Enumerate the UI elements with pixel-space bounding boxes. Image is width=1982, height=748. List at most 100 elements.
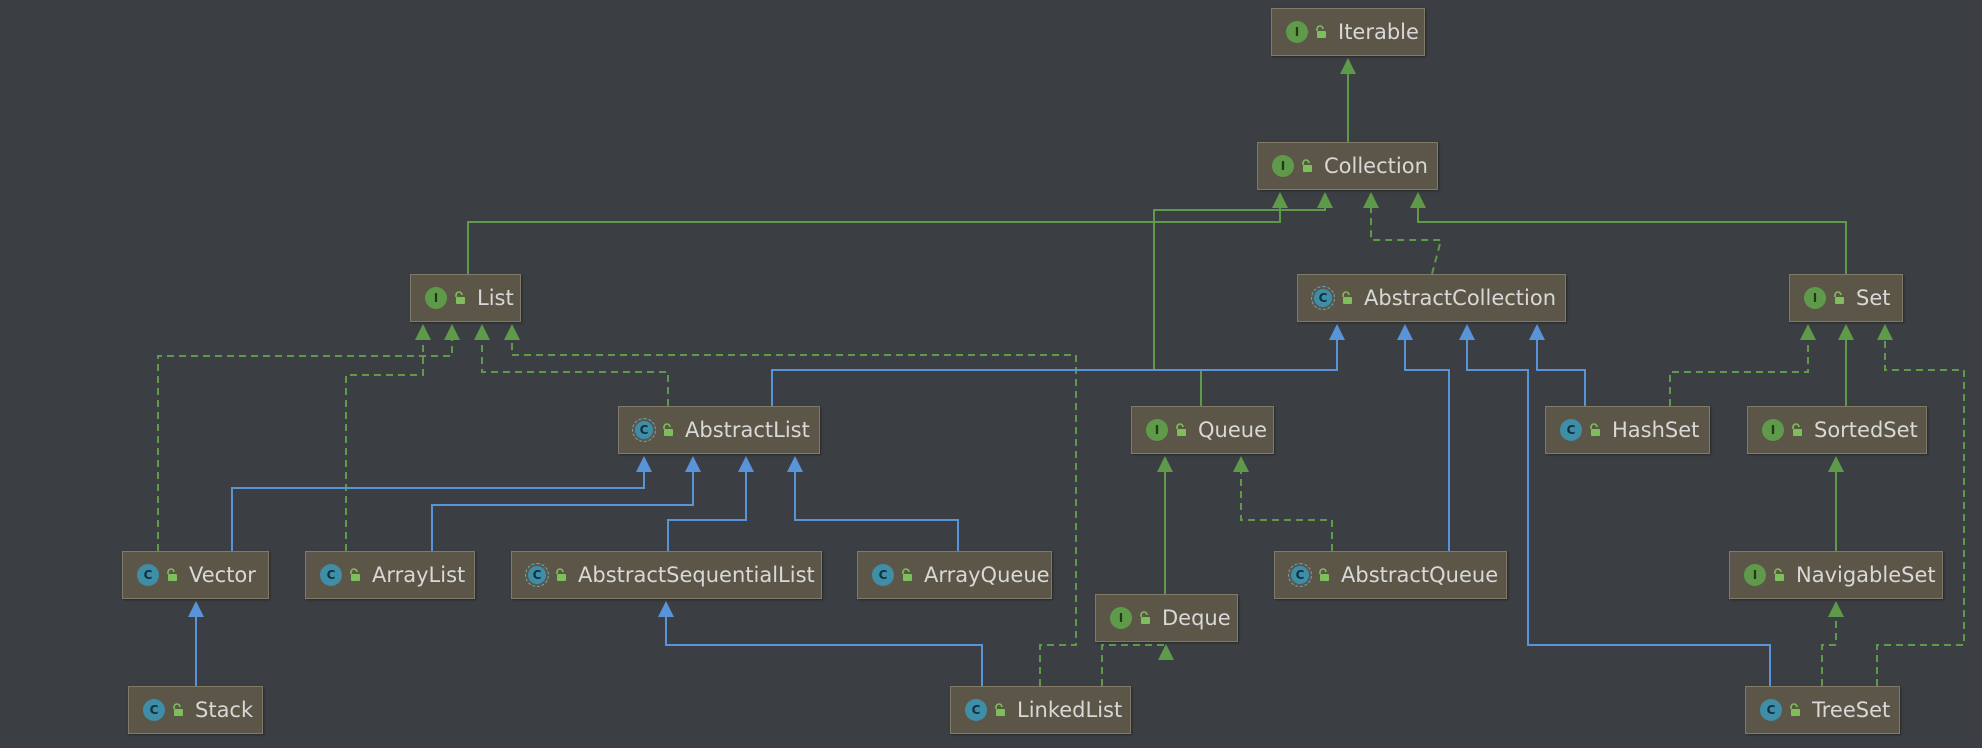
class-icon: C: [1560, 419, 1582, 441]
edge-line: [481, 339, 669, 406]
edge-collection-to-iterable: [1340, 58, 1356, 142]
edge-treeset-to-navigableset: [1821, 601, 1844, 686]
edge-vector-to-abstractlist: [231, 456, 652, 551]
public-visibility-icon: [1316, 25, 1326, 38]
class-icon: C: [965, 699, 987, 721]
interface-icon: I: [1762, 419, 1784, 441]
edge-line: [467, 207, 1281, 274]
edge-abstractqueue-to-queue: [1233, 456, 1333, 551]
arrowhead: [1828, 601, 1844, 617]
arrowhead: [504, 324, 520, 340]
edge-hashset-to-set: [1669, 324, 1816, 406]
arrowhead: [474, 324, 490, 340]
class-node-hashset[interactable]: C HashSet: [1545, 406, 1710, 454]
edge-arraylist-to-list: [345, 324, 431, 551]
edge-line: [794, 471, 959, 551]
edge-list-to-collection: [467, 192, 1288, 274]
interface-icon: I: [1744, 564, 1766, 586]
arrowhead: [1410, 192, 1426, 208]
arrowhead: [787, 456, 803, 472]
class-node-iterable[interactable]: I Iterable: [1271, 8, 1425, 56]
class-node-sortedset[interactable]: I SortedSet: [1747, 406, 1927, 454]
class-name-label: LinkedList: [1017, 697, 1123, 722]
class-node-navigableset[interactable]: I NavigableSet: [1729, 551, 1943, 599]
arrowhead: [1800, 324, 1816, 340]
class-node-abstractqueue[interactable]: C AbstractQueue: [1274, 551, 1507, 599]
arrowhead: [738, 456, 754, 472]
class-name-label: SortedSet: [1814, 417, 1918, 442]
class-node-stack[interactable]: C Stack: [128, 686, 263, 734]
class-node-vector[interactable]: C Vector: [122, 551, 269, 599]
arrowhead: [1317, 192, 1333, 208]
class-node-arrayqueue[interactable]: C ArrayQueue: [857, 551, 1052, 599]
edge-abstractcollection-to-collection: [1363, 192, 1443, 275]
edge-abstractqueue-to-abstractcollection: [1397, 324, 1450, 551]
public-visibility-icon: [173, 703, 183, 716]
edge-sortedset-to-set: [1838, 324, 1854, 406]
edge-line: [1669, 339, 1809, 406]
abstract-class-icon: C: [632, 418, 656, 442]
arrowhead: [1459, 324, 1475, 340]
edge-abstractsequentiallist-to-abstractlist: [667, 456, 754, 551]
class-node-treeset[interactable]: C TreeSet: [1745, 686, 1900, 734]
arrowhead: [415, 324, 431, 340]
class-node-collection[interactable]: I Collection: [1257, 142, 1438, 190]
interface-icon: I: [1804, 287, 1826, 309]
arrowhead: [1838, 324, 1854, 340]
class-name-label: Iterable: [1338, 19, 1419, 44]
class-node-abstractsequentiallist[interactable]: C AbstractSequentialList: [511, 551, 822, 599]
edge-hashset-to-abstractcollection: [1529, 324, 1586, 406]
abstract-class-icon: C: [525, 563, 549, 587]
class-node-list[interactable]: I List: [410, 274, 521, 322]
edge-line: [1101, 644, 1167, 686]
class-name-label: Queue: [1198, 417, 1267, 442]
public-visibility-icon: [350, 568, 360, 581]
class-name-label: Set: [1856, 285, 1891, 310]
arrowhead: [1397, 324, 1413, 340]
class-node-arraylist[interactable]: C ArrayList: [305, 551, 475, 599]
arrowhead: [1157, 456, 1173, 472]
arrowhead: [1329, 324, 1345, 340]
edge-abstractlist-to-list: [474, 324, 669, 406]
public-visibility-icon: [902, 568, 912, 581]
class-name-label: Vector: [189, 562, 256, 587]
public-visibility-icon: [1176, 423, 1186, 436]
edge-linkedlist-to-abstractsequentiallist: [658, 601, 983, 686]
edge-line: [1404, 339, 1450, 551]
edge-line: [667, 471, 747, 551]
arrowhead: [1828, 456, 1844, 472]
edge-line: [1536, 339, 1586, 406]
edge-line: [431, 471, 694, 551]
edge-treeset-to-abstractcollection: [1459, 324, 1771, 686]
class-name-label: HashSet: [1612, 417, 1700, 442]
class-node-deque[interactable]: I Deque: [1095, 594, 1238, 642]
edge-arraylist-to-abstractlist: [431, 456, 701, 551]
class-node-set[interactable]: I Set: [1789, 274, 1903, 322]
arrowhead: [444, 324, 460, 340]
class-name-label: AbstractList: [685, 417, 810, 442]
arrowhead: [658, 601, 674, 617]
abstract-class-icon: C: [1311, 286, 1335, 310]
public-visibility-icon: [1302, 159, 1312, 172]
edge-stack-to-vector: [188, 601, 204, 686]
arrowhead: [685, 456, 701, 472]
public-visibility-icon: [1140, 611, 1150, 624]
edge-layer: [157, 58, 1965, 686]
class-node-abstractcollection[interactable]: C AbstractCollection: [1297, 274, 1566, 322]
edge-navigableset-to-sortedset: [1828, 456, 1844, 551]
class-name-label: List: [477, 285, 514, 310]
arrowhead: [1272, 192, 1288, 208]
abstract-class-icon: C: [1288, 563, 1312, 587]
edge-treeset-to-set: [1876, 324, 1965, 686]
class-node-queue[interactable]: I Queue: [1131, 406, 1274, 454]
class-node-abstractlist[interactable]: C AbstractList: [618, 406, 820, 454]
class-node-linkedlist[interactable]: C LinkedList: [950, 686, 1131, 734]
arrowhead: [188, 601, 204, 617]
interface-icon: I: [1286, 21, 1308, 43]
public-visibility-icon: [1792, 423, 1802, 436]
public-visibility-icon: [995, 703, 1005, 716]
edge-linkedlist-to-deque: [1101, 644, 1174, 686]
class-name-label: ArrayList: [372, 562, 466, 587]
arrowhead: [1233, 456, 1249, 472]
edge-set-to-collection: [1410, 192, 1847, 274]
